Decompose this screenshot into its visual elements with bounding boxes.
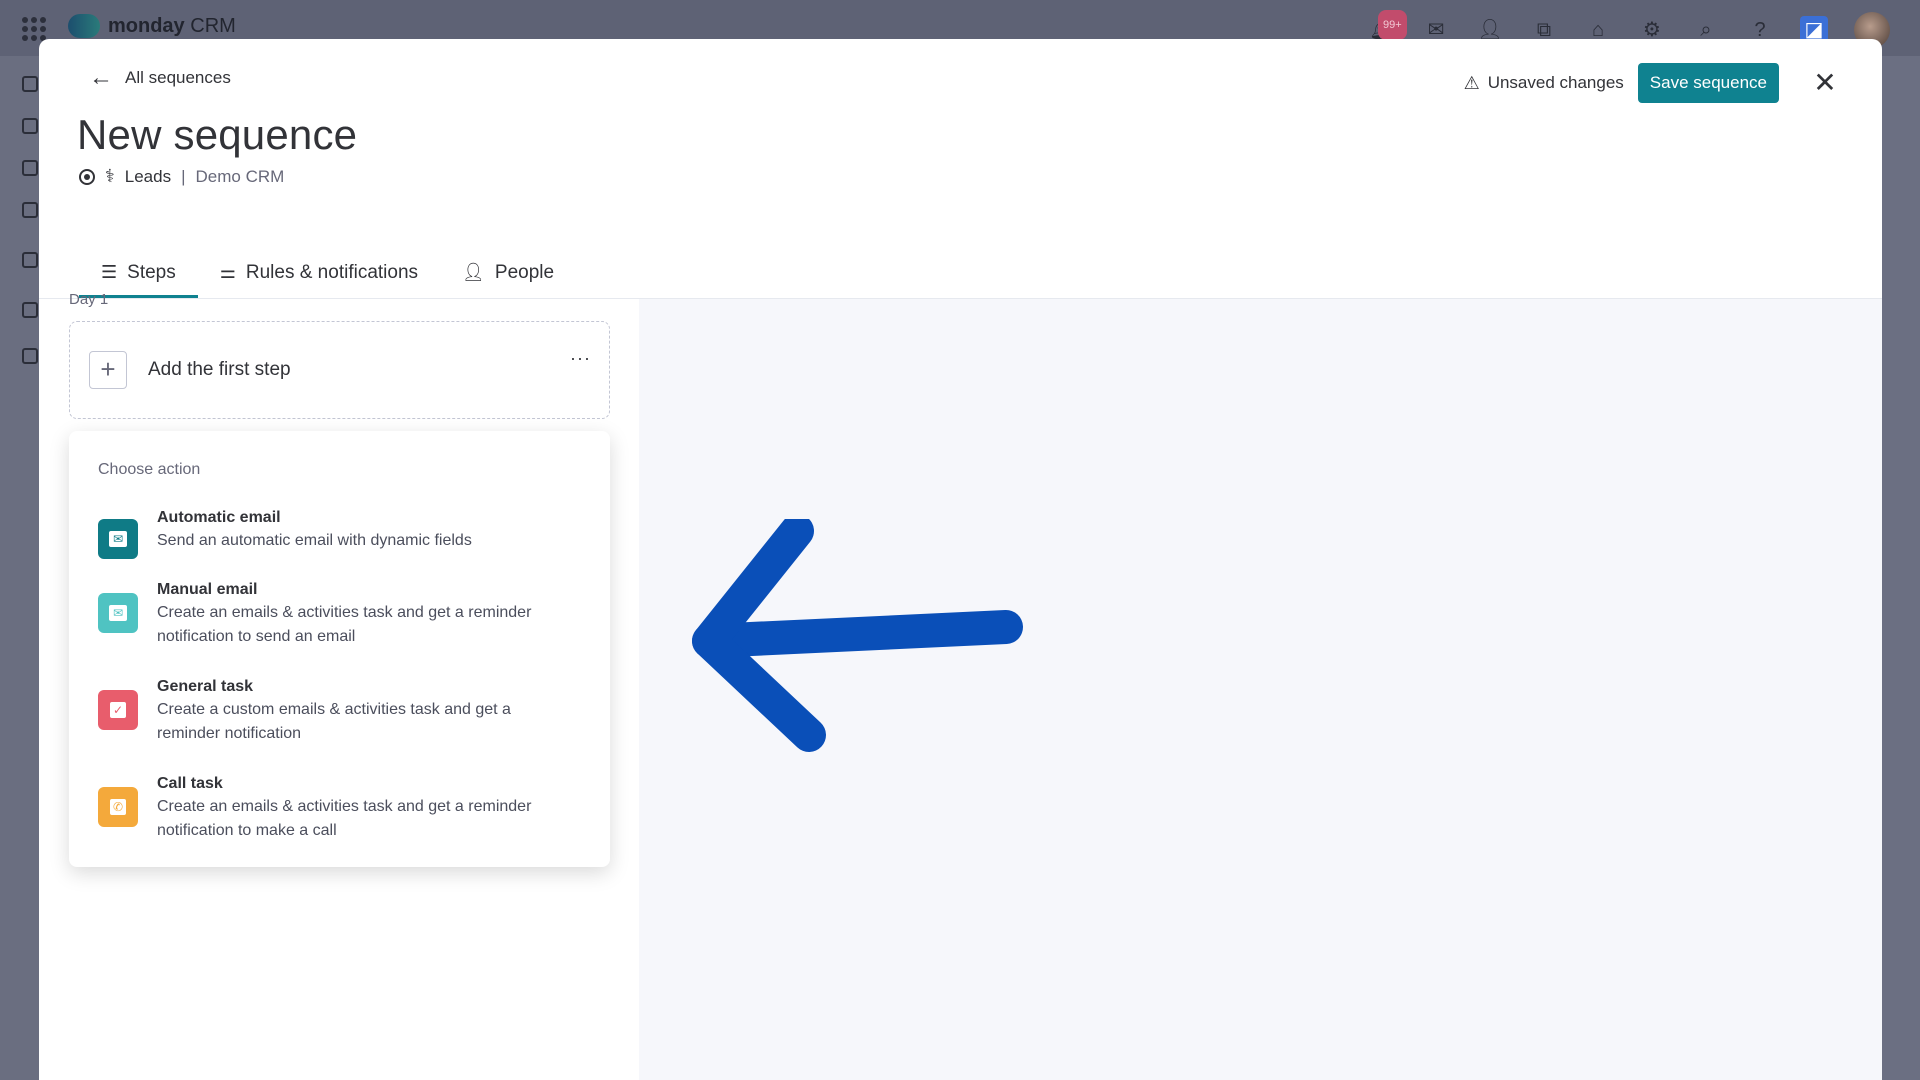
send-icon[interactable]: [22, 202, 38, 218]
phone-icon: ✆: [98, 787, 138, 827]
tab-label: Rules & notifications: [245, 261, 419, 283]
workspace-grid-icon[interactable]: [22, 302, 38, 318]
brand-text: monday: [108, 14, 185, 37]
board-type: Leads: [124, 166, 172, 186]
sequence-meta: ⚕︎ Leads | Demo CRM: [79, 166, 284, 187]
action-title: General task: [157, 678, 254, 695]
favorites-star-icon[interactable]: [22, 252, 38, 268]
brand-name: monday CRM: [108, 15, 236, 38]
header-actions: ⚠︎ Unsaved changes Save sequence ✕: [1464, 63, 1843, 103]
apps-grid-icon[interactable]: [22, 17, 46, 41]
action-title: Automatic email: [157, 509, 281, 526]
action-title: Manual email: [157, 581, 258, 598]
action-general-task[interactable]: ✓ General task Create a custom emails & …: [98, 676, 588, 746]
checkbox-icon: ✓: [98, 690, 138, 730]
action-desc: notification to make a call: [157, 822, 337, 839]
my-work-icon[interactable]: [22, 118, 38, 134]
tabs: ☰ Steps ⚌ Rules & notifications 👤︎ Peopl…: [79, 247, 576, 298]
list-icon[interactable]: [22, 160, 38, 176]
monday-logo-icon: [68, 14, 100, 38]
annotation-arrow-icon: [692, 519, 1023, 752]
board-name[interactable]: Demo CRM: [196, 167, 285, 187]
action-desc: Create a custom emails & activities task…: [157, 701, 511, 718]
tab-label: People: [494, 261, 555, 283]
action-manual-email[interactable]: ✉ Manual email Create an emails & activi…: [98, 579, 588, 649]
action-title: Call task: [157, 775, 223, 792]
action-call-task[interactable]: ✆ Call task Create an emails & activitie…: [98, 773, 588, 843]
steps-icon: ☰: [101, 262, 118, 282]
unsaved-label: Unsaved changes: [1487, 73, 1624, 92]
target-icon: [79, 168, 95, 185]
action-automatic-email[interactable]: ✉ Automatic email Send an automatic emai…: [98, 507, 588, 559]
choose-action-dropdown: Choose action ✉ Automatic email Send an …: [69, 431, 610, 867]
arrow-left-icon: ←: [89, 64, 113, 91]
back-label: All sequences: [125, 68, 231, 87]
tab-people[interactable]: 👤︎ People: [440, 247, 576, 298]
tab-label: Steps: [127, 261, 176, 283]
page-title: New sequence: [77, 111, 358, 158]
board-icon[interactable]: [22, 348, 38, 364]
warning-icon: ⚠︎: [1463, 72, 1480, 93]
manual-email-icon: ✉: [98, 593, 138, 633]
first-step-label: Add the first step: [148, 359, 291, 380]
sliders-icon: ⚌: [219, 262, 236, 282]
home-icon[interactable]: [22, 76, 38, 92]
action-desc: notification to send an email: [157, 628, 356, 645]
plus-icon: +: [89, 351, 127, 389]
brand-suffix: CRM: [190, 14, 236, 37]
meta-separator: |: [181, 166, 186, 186]
sequence-modal: ← All sequences New sequence ⚕︎ Leads | …: [39, 39, 1882, 1080]
tab-rules-notifications[interactable]: ⚌ Rules & notifications: [198, 247, 440, 298]
action-desc: Create an emails & activities task and g…: [157, 604, 532, 621]
unsaved-indicator: ⚠︎ Unsaved changes: [1464, 73, 1624, 94]
day-label: Day 1: [69, 291, 109, 308]
close-icon[interactable]: ✕: [1807, 65, 1843, 101]
save-sequence-button[interactable]: Save sequence: [1637, 63, 1779, 103]
all-sequences-link[interactable]: ← All sequences: [89, 66, 231, 90]
brand[interactable]: monday CRM: [68, 14, 236, 38]
more-options-icon[interactable]: ···: [570, 348, 591, 369]
person-icon: 👤︎: [462, 262, 485, 282]
automatic-email-icon: ✉: [98, 519, 138, 559]
action-desc: reminder notification: [157, 725, 302, 742]
dropdown-title: Choose action: [98, 461, 201, 478]
left-rail: [0, 56, 40, 1080]
add-first-step-card[interactable]: + Add the first step ···: [69, 321, 610, 419]
action-desc: Create an emails & activities task and g…: [157, 798, 532, 815]
leads-icon: ⚕︎: [105, 166, 115, 186]
notification-badge: 99+: [1378, 10, 1407, 40]
action-desc: Send an automatic email with dynamic fie…: [157, 532, 472, 549]
